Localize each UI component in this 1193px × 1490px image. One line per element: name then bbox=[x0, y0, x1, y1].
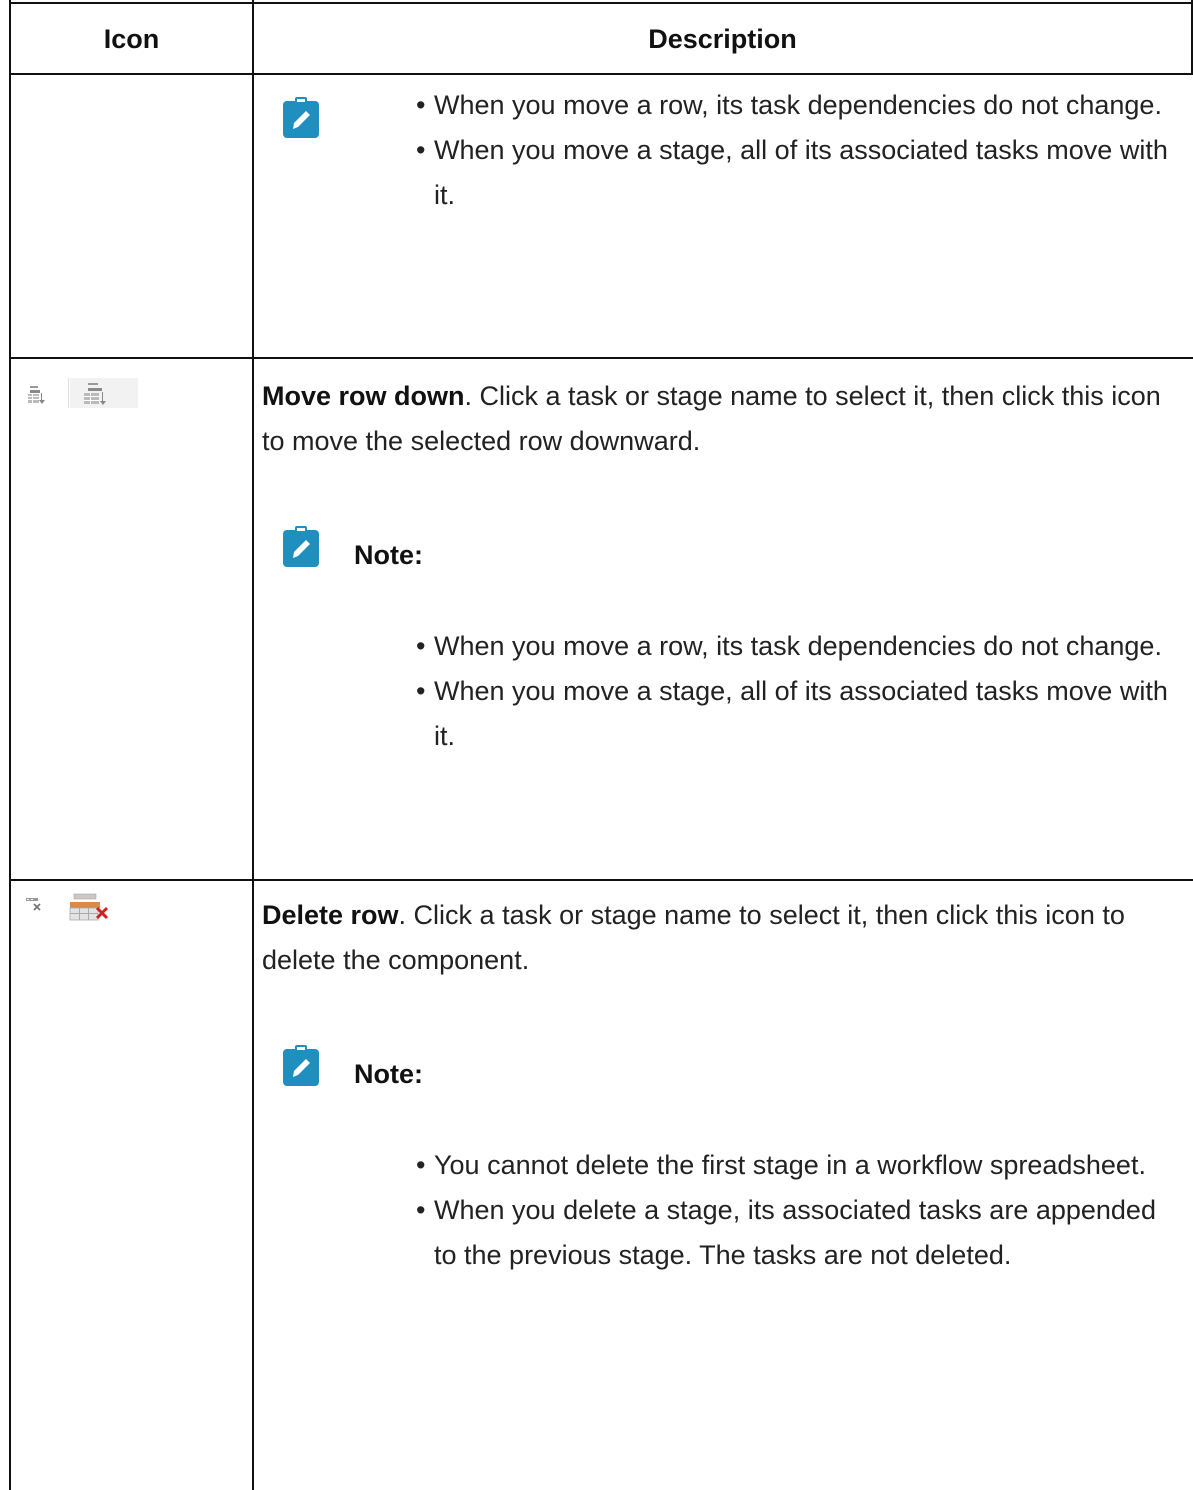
table-column-divider bbox=[252, 0, 254, 1490]
row-divider bbox=[9, 879, 1193, 881]
note-icon bbox=[283, 526, 319, 567]
header-icon: Icon bbox=[103, 23, 160, 54]
note-icon bbox=[283, 1045, 319, 1086]
icon-description-table: Icon Description When you move a row, it… bbox=[0, 0, 1193, 1490]
note-label: Note: bbox=[354, 1059, 423, 1089]
note-bullet-list: You cannot delete the first stage in a w… bbox=[416, 1143, 1176, 1278]
table-border-left bbox=[9, 0, 11, 1490]
list-item: You cannot delete the first stage in a w… bbox=[416, 1143, 1176, 1188]
move-row-down-description: Move row down. Click a task or stage nam… bbox=[262, 374, 1162, 464]
note-label: Note: bbox=[354, 540, 423, 570]
list-item: When you move a row, its task dependenci… bbox=[416, 624, 1176, 669]
list-item: When you move a stage, all of its associ… bbox=[416, 128, 1176, 218]
delete-row-description: Delete row. Click a task or stage name t… bbox=[262, 893, 1162, 983]
note-bullet-list: When you move a row, its task dependenci… bbox=[416, 83, 1176, 218]
note-icon bbox=[283, 97, 319, 138]
list-item: When you delete a stage, its associated … bbox=[416, 1188, 1176, 1278]
delete-row-icon bbox=[26, 893, 109, 921]
list-item: When you move a row, its task dependenci… bbox=[416, 83, 1176, 128]
list-item: When you move a stage, all of its associ… bbox=[416, 669, 1176, 759]
move-row-down-title: Move row down bbox=[262, 381, 465, 411]
row-divider bbox=[9, 357, 1193, 359]
delete-row-title: Delete row bbox=[262, 900, 399, 930]
note-bullet-list: When you move a row, its task dependenci… bbox=[416, 624, 1176, 759]
header-description: Description bbox=[648, 23, 797, 54]
move-row-down-icon bbox=[16, 378, 138, 408]
